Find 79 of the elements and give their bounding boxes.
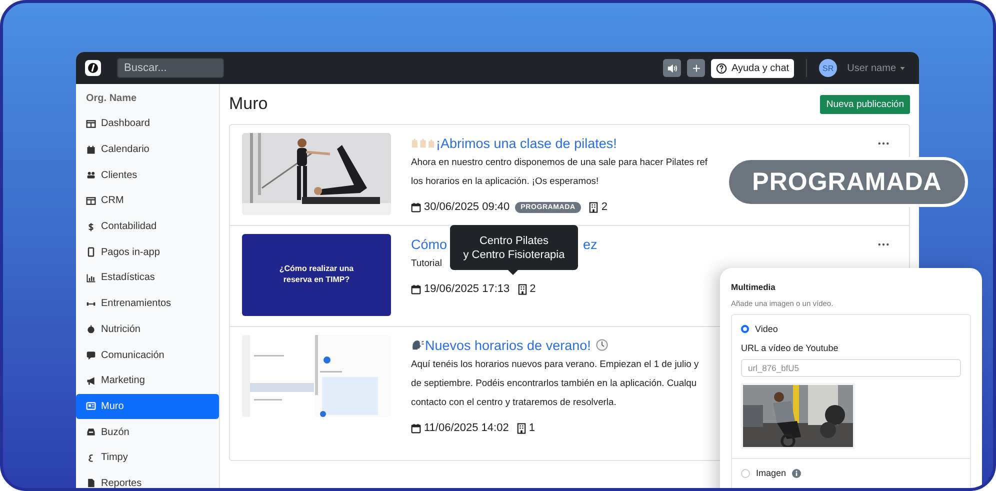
speaker-icon — [666, 62, 678, 74]
radio-button[interactable] — [741, 325, 749, 333]
calendar-icon — [411, 202, 421, 212]
venue-count: 2 — [530, 283, 536, 295]
sidebar-item[interactable]: Muro — [76, 394, 219, 420]
post-title[interactable]: ez — [583, 236, 598, 252]
dollar-icon — [86, 222, 96, 232]
phone-icon — [86, 247, 96, 258]
speaking-head-icon — [411, 339, 424, 351]
post-title[interactable]: ¡Abrimos una clase de pilates! — [436, 136, 617, 150]
sidebar-item[interactable]: Contabilidad — [76, 214, 219, 240]
tooltip-text: Centro Pilates — [479, 234, 549, 246]
page-title: Muro — [229, 94, 268, 114]
help-icon — [716, 62, 728, 74]
megaphone-icon — [86, 376, 96, 386]
radio-label[interactable]: Imagen — [756, 468, 786, 478]
video-thumbnail: ¿Cómo realizar una reserva en TIMP? — [242, 234, 391, 316]
calendar-icon — [86, 144, 96, 155]
post-text: contacto con el centro y trataremos de resolverla. — [411, 395, 616, 409]
add-button[interactable]: + — [687, 59, 706, 77]
sidebar-item[interactable]: Clientes — [76, 162, 219, 188]
post-date: 30/06/2025 09:40 — [424, 201, 510, 213]
tooltip-text: y Centro Fisioterapia — [463, 248, 565, 260]
section-title: Multimedia — [731, 282, 776, 292]
file-icon — [86, 478, 96, 488]
calendar-icon — [411, 422, 421, 434]
raised-hands-icon — [411, 137, 435, 149]
sidebar-item[interactable]: CRM — [76, 188, 219, 214]
more-options-icon[interactable] — [878, 142, 889, 145]
calendar-icon — [411, 284, 421, 294]
clock-icon — [596, 339, 608, 351]
help-chat-button[interactable]: Ayuda y chat — [711, 58, 794, 78]
organization-name: Org. Name — [85, 92, 138, 106]
new-post-button[interactable]: Nueva publicación — [820, 94, 910, 114]
bar-chart-icon — [86, 272, 96, 283]
status-callout: PROGRAMADA — [726, 157, 968, 207]
sidebar-item[interactable]: Comunicación — [76, 342, 219, 368]
post-title[interactable]: Nuevos horarios de verano! — [425, 338, 591, 352]
venue-count: 2 — [601, 201, 608, 213]
logo-icon[interactable] — [85, 60, 101, 76]
building-icon — [518, 284, 527, 294]
apple-icon — [86, 324, 96, 334]
url-field[interactable]: url_876_bfU5 — [741, 359, 961, 377]
sidebar-item[interactable]: Nutrición — [76, 316, 219, 342]
post-text: Ahora en nuestro centro disponemos de una sale para hacer Pilates ref — [411, 155, 708, 169]
radio-button[interactable] — [741, 468, 750, 478]
users-icon — [86, 170, 96, 180]
sidebar-item[interactable]: Reportes — [76, 470, 219, 488]
radio-label[interactable]: Video — [755, 324, 778, 334]
user-menu[interactable]: User name — [843, 62, 909, 74]
post-text: los horarios en la aplicación. ¡Os esperamos! — [411, 174, 599, 188]
venue-count: 1 — [528, 422, 535, 434]
post-text: de septiembre. Podéis encontrarlos también en la aplicación. Cualqu — [411, 376, 697, 390]
post-text: Tutorial — [411, 256, 442, 270]
sound-button[interactable] — [663, 59, 682, 77]
sidebar-item[interactable]: Pagos in-app — [76, 239, 219, 266]
building-icon — [589, 202, 598, 212]
field-label: URL a vídeo de Youtube — [741, 343, 840, 353]
post-date: 19/06/2025 17:13 — [424, 283, 510, 295]
sidebar-item[interactable]: Estadísticas — [76, 265, 219, 291]
post-text: Aquí tenéis los horarios nuevos para verano. Empiezan el 1 de julio y — [411, 357, 699, 371]
building-icon — [516, 422, 526, 434]
more-options-icon[interactable] — [878, 243, 889, 246]
post-date: 11/06/2025 14:02 — [424, 422, 509, 434]
sidebar-item[interactable]: Dashboard — [76, 111, 219, 137]
post-title[interactable]: Cómo — [411, 236, 448, 252]
info-icon — [792, 468, 802, 478]
sidebar-item[interactable]: Timpy — [76, 444, 219, 471]
inbox-icon — [86, 427, 96, 438]
sidebar-item[interactable]: Entrenamientos — [76, 290, 219, 316]
table-icon — [86, 196, 96, 206]
newspaper-icon — [86, 401, 96, 412]
search-field[interactable]: Buscar... — [117, 58, 224, 78]
caret-icon — [900, 66, 905, 70]
table-icon — [86, 118, 96, 129]
sidebar-item[interactable]: Buzón — [76, 419, 219, 445]
sidebar-item[interactable]: Marketing — [76, 368, 219, 394]
chat-icon — [86, 350, 96, 360]
sidebar-item[interactable]: Calendario — [76, 136, 219, 162]
